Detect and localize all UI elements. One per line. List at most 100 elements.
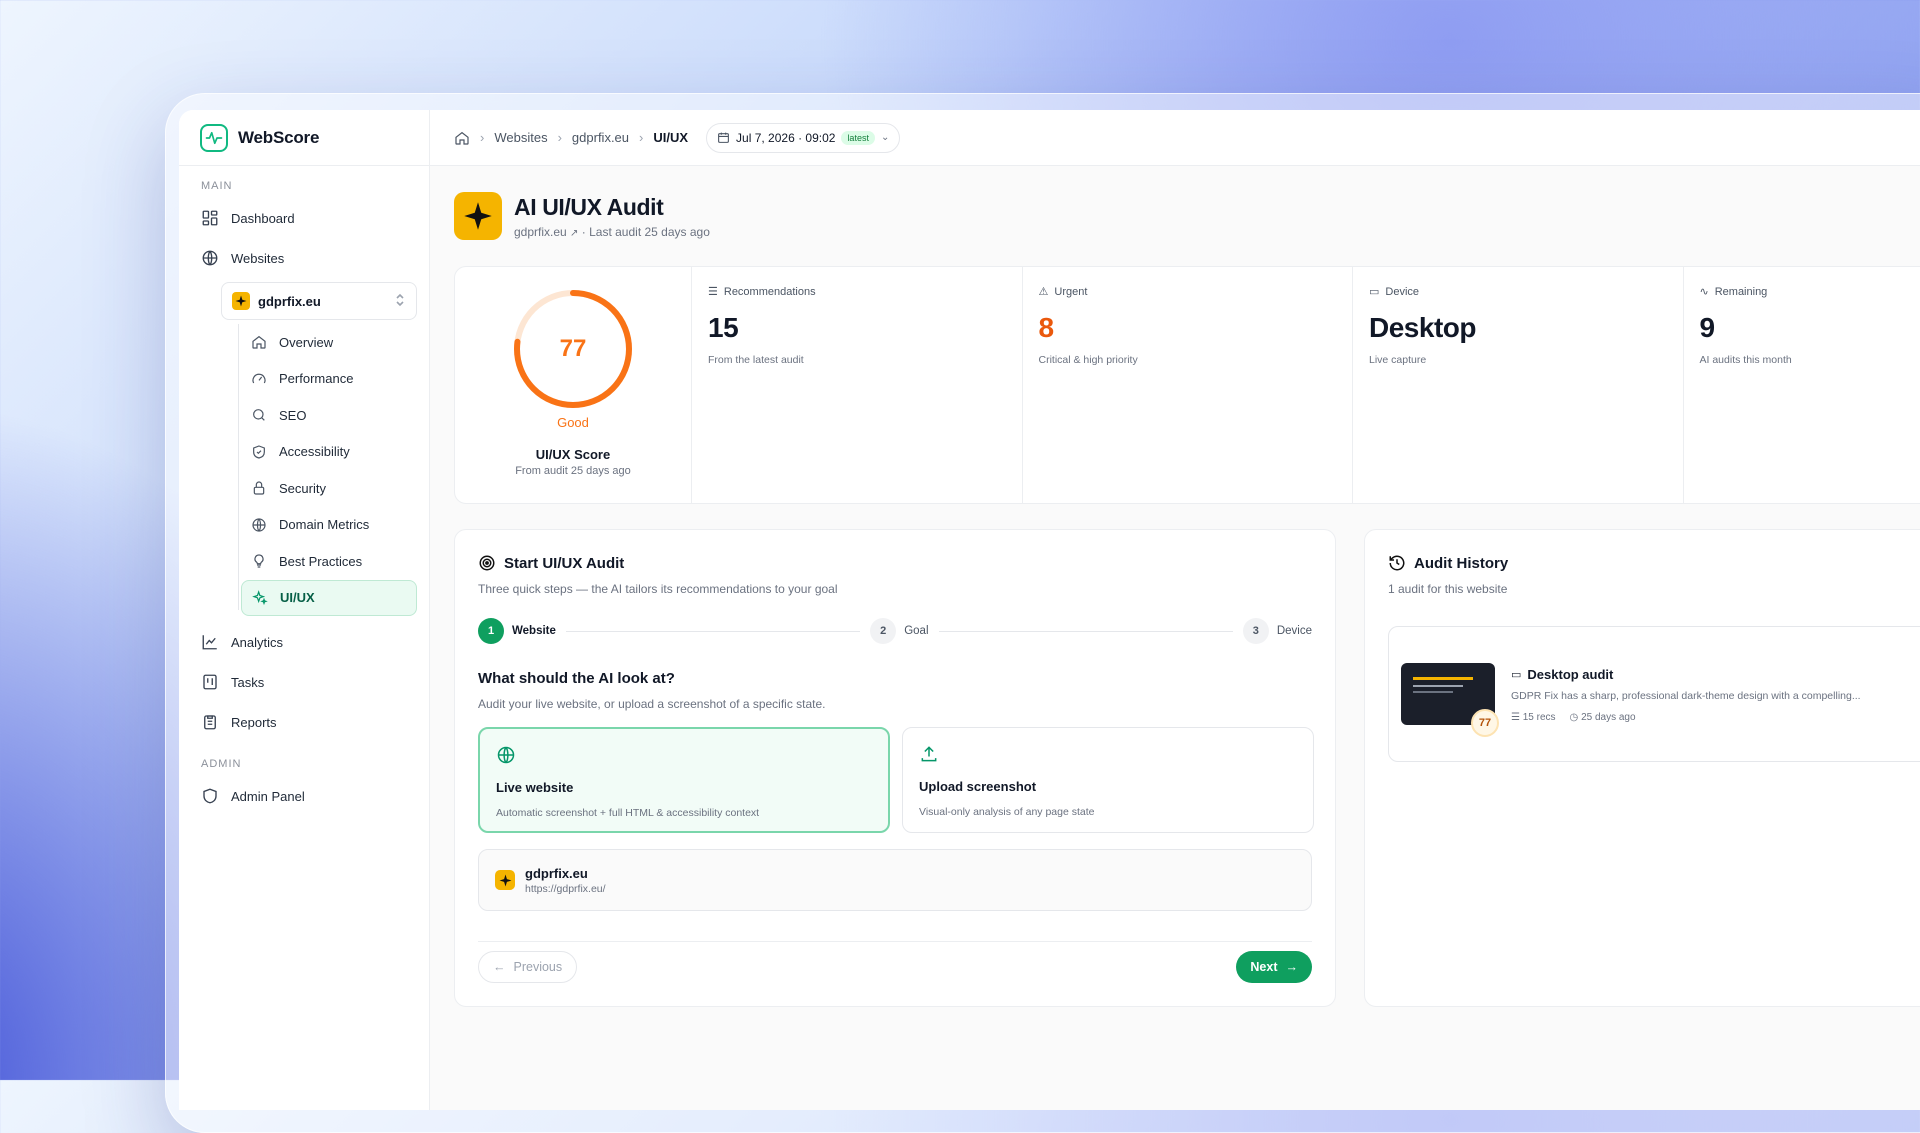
step-1-dot[interactable]: 1 xyxy=(478,618,504,644)
site-favicon-icon xyxy=(232,292,250,310)
subnav-best-practices[interactable]: Best Practices xyxy=(241,543,417,580)
main-content: AI UI/UX Audit gdprfix.eu ↗ · Last audit… xyxy=(430,166,1920,1110)
score-sub: From audit 25 days ago xyxy=(455,465,691,477)
question-title: What should the AI look at? xyxy=(478,670,1312,687)
home-icon[interactable] xyxy=(454,130,470,146)
site-favicon-icon xyxy=(495,870,515,890)
page-header: AI UI/UX Audit gdprfix.eu ↗ · Last audit… xyxy=(454,192,710,240)
chevron-right-icon: › xyxy=(480,130,484,145)
option-upload-screenshot[interactable]: Upload screenshot Visual-only analysis o… xyxy=(902,727,1314,833)
subnav-accessibility[interactable]: Accessibility xyxy=(241,434,417,471)
stat-value: Desktop xyxy=(1369,312,1667,344)
nav-tasks[interactable]: Tasks xyxy=(179,662,429,702)
nav-reports[interactable]: Reports xyxy=(179,702,429,742)
site-link[interactable]: gdprfix.eu xyxy=(514,225,567,239)
date-value: Jul 7, 2026 · 09:02 xyxy=(736,131,835,145)
target-icon xyxy=(478,554,496,572)
history-item-desc: GDPR Fix has a sharp, professional dark-… xyxy=(1511,690,1920,702)
list-check-icon: ☰ xyxy=(1511,712,1520,723)
subnav-label: Accessibility xyxy=(279,444,350,459)
thumbnail-score-badge: 77 xyxy=(1471,709,1499,737)
start-title-text: Start UI/UX Audit xyxy=(504,555,624,572)
step-2-label: Goal xyxy=(904,625,928,637)
date-picker[interactable]: Jul 7, 2026 · 09:02 latest ⌄ xyxy=(706,123,900,153)
history-item[interactable]: 77 ▭ Desktop audit GDPR Fix has a sharp,… xyxy=(1388,626,1920,762)
step-divider xyxy=(939,631,1233,632)
stat-value: 8 xyxy=(1039,312,1337,344)
nav-dashboard[interactable]: Dashboard xyxy=(179,198,429,238)
history-item-title: ▭ Desktop audit xyxy=(1511,667,1920,682)
step-2-dot[interactable]: 2 xyxy=(870,618,896,644)
warning-icon: ⚠ xyxy=(1039,285,1049,298)
selected-site-box[interactable]: gdprfix.eu https://gdprfix.eu/ xyxy=(478,849,1312,911)
step-1-label: Website xyxy=(512,625,556,637)
brand-name: WebScore xyxy=(238,128,319,148)
history-subtitle: 1 audit for this website xyxy=(1388,582,1920,596)
external-link-icon[interactable]: ↗ xyxy=(570,228,578,239)
breadcrumb-websites[interactable]: Websites xyxy=(494,130,547,145)
nav-websites[interactable]: Websites xyxy=(179,238,429,278)
option-title: Upload screenshot xyxy=(919,779,1297,794)
stat-value: 9 xyxy=(1700,312,1920,344)
home-icon xyxy=(251,334,267,350)
brand[interactable]: WebScore xyxy=(179,110,429,166)
shield-check-icon xyxy=(251,444,267,460)
stat-value: 15 xyxy=(708,312,1006,344)
activity-icon: ∿ xyxy=(1700,285,1709,298)
next-button[interactable]: Next → xyxy=(1236,951,1312,983)
stat-label: Remaining xyxy=(1715,286,1768,298)
app-window: WebScore MAIN Dashboard Websites gdprfix… xyxy=(179,110,1920,1110)
lightbulb-icon xyxy=(251,553,267,569)
gauge-icon xyxy=(251,371,267,387)
history-item-meta: ☰ 15 recs ◷ 25 days ago xyxy=(1511,712,1920,723)
pulse-logo-icon xyxy=(200,124,228,152)
search-icon xyxy=(251,407,267,423)
stat-label: Urgent xyxy=(1054,286,1087,298)
dashboard-icon xyxy=(201,209,219,227)
history-item-time: 25 days ago xyxy=(1581,712,1636,723)
lock-icon xyxy=(251,480,267,496)
subnav-label: Overview xyxy=(279,335,333,350)
subnav-domain-metrics[interactable]: Domain Metrics xyxy=(241,507,417,544)
subnav-overview[interactable]: Overview xyxy=(241,324,417,361)
subnav-performance[interactable]: Performance xyxy=(241,361,417,398)
monitor-icon: ▭ xyxy=(1511,668,1521,681)
stats-panel: 77 Good UI/UX Score From audit 25 days a… xyxy=(454,266,1920,504)
stat-desc: From the latest audit xyxy=(708,354,1006,366)
breadcrumb-current: UI/UX xyxy=(653,130,688,145)
audit-history-card: Audit History 1 audit for this website 7… xyxy=(1364,529,1920,1007)
stat-desc: Critical & high priority xyxy=(1039,354,1337,366)
previous-label: Previous xyxy=(514,960,563,974)
subnav-uiux[interactable]: UI/UX xyxy=(241,580,417,617)
previous-button[interactable]: ← Previous xyxy=(478,951,577,983)
history-item-title-text: Desktop audit xyxy=(1527,667,1613,682)
chevron-down-icon: ⌄ xyxy=(881,132,889,143)
nav-dashboard-label: Dashboard xyxy=(231,211,295,226)
score-label: UI/UX Score xyxy=(455,447,691,462)
nav-analytics[interactable]: Analytics xyxy=(179,622,429,662)
option-live-website[interactable]: Live website Automatic screenshot + full… xyxy=(478,727,890,833)
sidebar: WebScore MAIN Dashboard Websites gdprfix… xyxy=(179,110,430,1110)
subnav-seo[interactable]: SEO xyxy=(241,397,417,434)
site-selector-label: gdprfix.eu xyxy=(258,294,321,309)
nav-admin-panel[interactable]: Admin Panel xyxy=(179,776,429,816)
latest-badge: latest xyxy=(841,131,875,145)
history-title: Audit History xyxy=(1388,554,1920,572)
step-3-dot[interactable]: 3 xyxy=(1243,618,1269,644)
globe-icon xyxy=(496,745,516,765)
stat-urgent: ⚠ Urgent 8 Critical & high priority xyxy=(1023,267,1354,503)
subnav-label: Domain Metrics xyxy=(279,517,369,532)
clipboard-icon xyxy=(201,713,219,731)
site-selector[interactable]: gdprfix.eu xyxy=(221,282,417,320)
subnav-security[interactable]: Security xyxy=(241,470,417,507)
nav-analytics-label: Analytics xyxy=(231,635,283,650)
shield-icon xyxy=(201,787,219,805)
section-main-label: MAIN xyxy=(179,180,429,192)
arrow-right-icon: → xyxy=(1286,960,1299,974)
breadcrumb-site[interactable]: gdprfix.eu xyxy=(572,130,629,145)
score-cell: 77 Good UI/UX Score From audit 25 days a… xyxy=(455,267,692,503)
last-audit-text: · Last audit 25 days ago xyxy=(582,225,710,239)
clock-icon: ◷ xyxy=(1570,712,1579,723)
stat-desc: AI audits this month xyxy=(1700,354,1920,366)
monitor-icon: ▭ xyxy=(1369,285,1379,298)
